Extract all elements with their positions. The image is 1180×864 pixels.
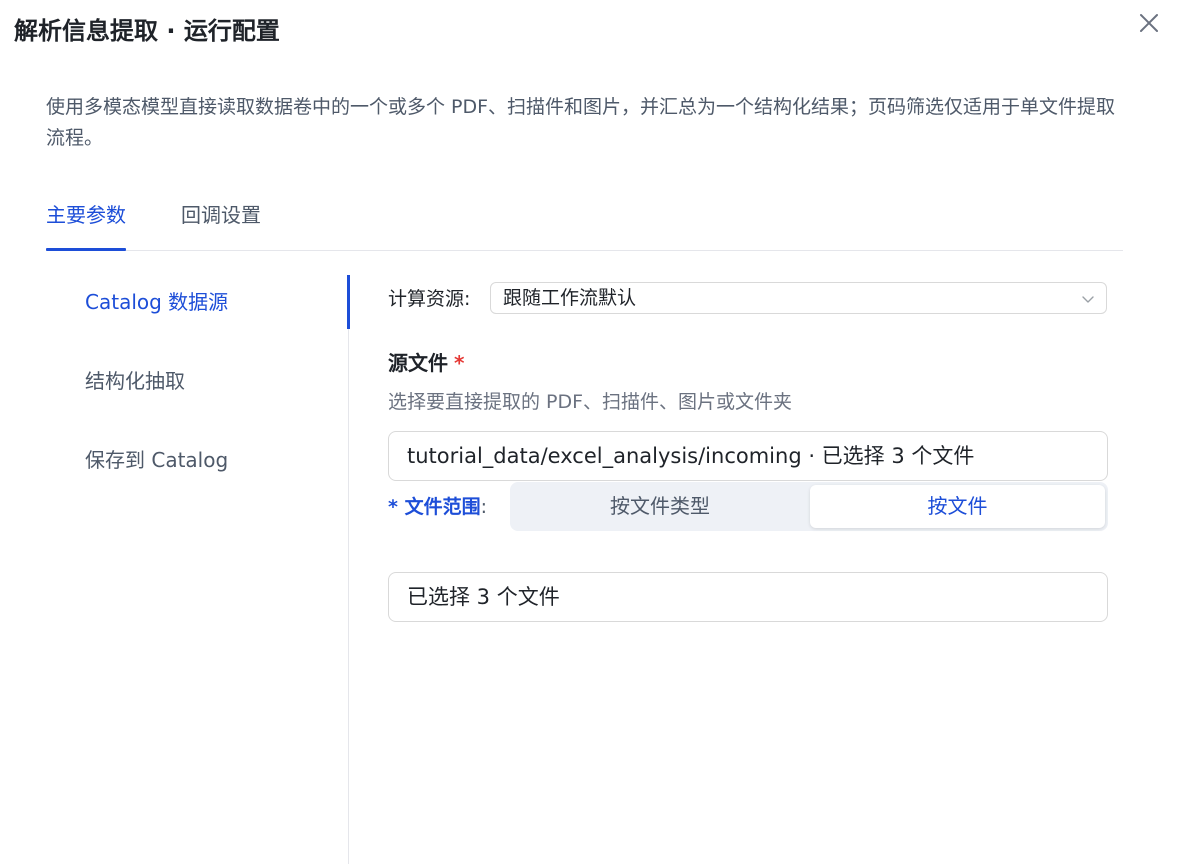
selected-files-value: 已选择 3 个文件 (407, 585, 560, 609)
close-icon (1140, 14, 1158, 32)
compute-resource-label: 计算资源: (388, 288, 471, 310)
side-nav-divider (348, 275, 349, 864)
file-scope-segmented-control: 按文件类型 按文件 (510, 482, 1108, 531)
file-scope-label-text: 文件范围 (404, 496, 481, 518)
file-scope-required-mark: * (388, 496, 398, 518)
file-scope-label: * 文件范围: (388, 492, 487, 522)
required-mark: * (454, 351, 465, 375)
chevron-down-icon (1082, 296, 1094, 303)
source-file-input[interactable]: tutorial_data/excel_analysis/incoming · … (388, 431, 1108, 481)
tab-bar: 主要参数 回调设置 (46, 194, 1123, 251)
segment-by-file-type[interactable]: 按文件类型 (513, 485, 807, 528)
file-scope-colon: : (480, 496, 487, 518)
source-file-label: 源文件 * (388, 348, 464, 378)
dialog-title: 解析信息提取 · 运行配置 (14, 17, 280, 45)
side-item-save-to-catalog[interactable]: 保存到 Catalog (85, 445, 228, 475)
source-file-label-text: 源文件 (388, 351, 448, 375)
side-nav-active-indicator (347, 275, 350, 329)
compute-resource-value: 跟随工作流默认 (503, 287, 637, 309)
close-button[interactable] (1136, 10, 1162, 36)
selected-files-input[interactable]: 已选择 3 个文件 (388, 572, 1108, 622)
side-nav (0, 275, 350, 864)
run-config-dialog: 解析信息提取 · 运行配置 使用多模态模型直接读取数据卷中的一个或多个 PDF、… (0, 0, 1180, 864)
source-file-help: 选择要直接提取的 PDF、扫描件、图片或文件夹 (388, 391, 793, 413)
tab-main-params[interactable]: 主要参数 (46, 194, 126, 251)
segment-by-file[interactable]: 按文件 (810, 485, 1105, 528)
dialog-description: 使用多模态模型直接读取数据卷中的一个或多个 PDF、扫描件和图片，并汇总为一个结… (46, 96, 1116, 149)
side-item-structured-extraction[interactable]: 结构化抽取 (85, 366, 185, 396)
tab-callback-settings[interactable]: 回调设置 (181, 194, 261, 250)
compute-resource-select[interactable]: 跟随工作流默认 (490, 282, 1107, 314)
side-item-catalog-source[interactable]: Catalog 数据源 (85, 287, 228, 317)
source-file-value: tutorial_data/excel_analysis/incoming · … (407, 444, 975, 468)
